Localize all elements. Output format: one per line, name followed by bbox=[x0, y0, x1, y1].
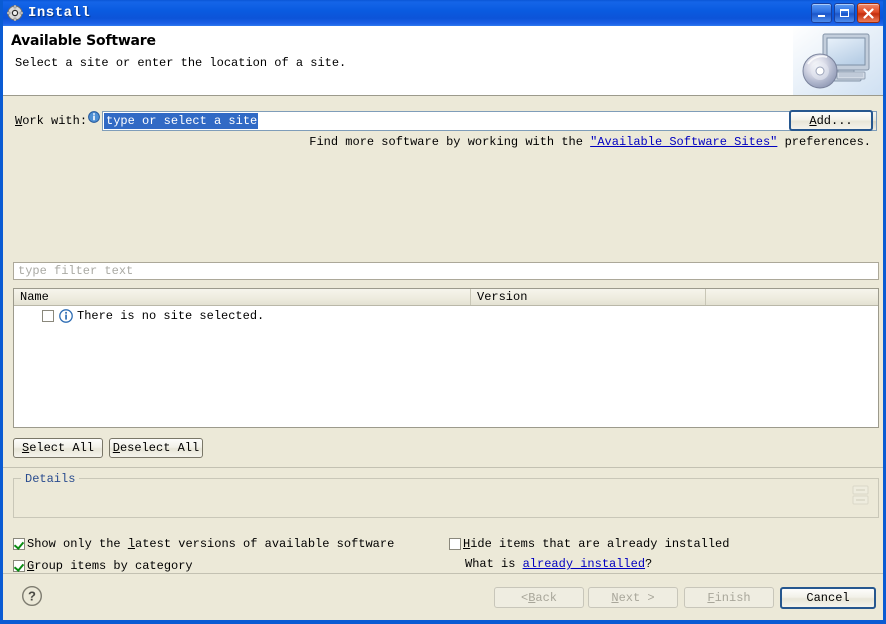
work-with-row: Work with: type or select a site bbox=[3, 110, 883, 132]
select-all-button[interactable]: Select All bbox=[13, 438, 103, 458]
find-more-suffix: preferences. bbox=[777, 135, 871, 149]
finish-button[interactable]: Finish bbox=[684, 587, 774, 608]
what-is-suffix: ? bbox=[645, 557, 652, 571]
minimize-button[interactable] bbox=[811, 3, 832, 23]
separator bbox=[3, 467, 883, 468]
column-header-name[interactable]: Name bbox=[14, 289, 471, 305]
info-icon bbox=[59, 309, 73, 323]
table-header: Name Version bbox=[14, 289, 878, 306]
work-with-label: Work with: bbox=[15, 114, 87, 128]
work-with-input[interactable]: type or select a site bbox=[103, 112, 857, 130]
close-button[interactable] bbox=[857, 3, 880, 23]
dialog-body: Work with: type or select a site Add... … bbox=[3, 96, 883, 617]
dialog-footer: ? < Back Next > Finish Cancel bbox=[3, 573, 883, 620]
page-subtitle: Select a site or enter the location of a… bbox=[15, 56, 346, 70]
filter-input[interactable]: type filter text bbox=[13, 262, 879, 280]
column-header-version[interactable]: Version bbox=[471, 289, 706, 305]
already-installed-link[interactable]: already installed bbox=[523, 557, 645, 571]
work-with-value: type or select a site bbox=[104, 113, 258, 129]
install-dialog-window: Install Available Software Select a site… bbox=[0, 0, 886, 624]
options-right-column: Hide items that are already installed Wh… bbox=[449, 533, 729, 571]
properties-icon[interactable] bbox=[851, 484, 871, 510]
back-button[interactable]: < Back bbox=[494, 587, 584, 608]
details-group-box bbox=[13, 478, 879, 518]
close-icon bbox=[858, 4, 879, 22]
title-bar: Install bbox=[3, 0, 883, 26]
column-header-extra[interactable] bbox=[706, 289, 878, 305]
available-software-sites-link[interactable]: "Available Software Sites" bbox=[590, 135, 777, 149]
monitor-and-disc-icon bbox=[793, 26, 883, 95]
find-more-prefix: Find more software by working with the bbox=[309, 135, 590, 149]
install-gear-icon bbox=[7, 5, 23, 21]
minimize-icon bbox=[812, 4, 831, 22]
next-button[interactable]: Next > bbox=[588, 587, 678, 608]
maximize-icon bbox=[835, 4, 854, 22]
option-latest-versions[interactable]: Show only the latest versions of availab… bbox=[13, 533, 495, 555]
work-with-combo[interactable]: type or select a site bbox=[102, 111, 877, 131]
option-group-by-category-label: Group items by category bbox=[27, 559, 193, 573]
option-latest-versions-label: Show only the latest versions of availab… bbox=[27, 537, 394, 551]
what-is-prefix: What is bbox=[465, 557, 523, 571]
details-group-label: Details bbox=[21, 472, 79, 486]
maximize-button[interactable] bbox=[834, 3, 855, 23]
filter-placeholder: type filter text bbox=[18, 264, 133, 278]
table-row[interactable]: There is no site selected. bbox=[14, 306, 878, 326]
help-button[interactable]: ? bbox=[21, 585, 43, 607]
option-hide-installed[interactable]: Hide items that are already installed bbox=[449, 533, 729, 555]
software-table[interactable]: Name Version There is no site selected. bbox=[13, 288, 879, 428]
find-more-software-text: Find more software by working with the "… bbox=[309, 135, 871, 149]
what-is-already-installed-text: What is already installed? bbox=[465, 557, 729, 571]
cancel-button[interactable]: Cancel bbox=[780, 587, 876, 609]
wizard-banner: Available Software Select a site or ente… bbox=[3, 26, 883, 96]
window-controls bbox=[811, 3, 881, 23]
page-title: Available Software bbox=[11, 33, 156, 49]
window-title: Install bbox=[28, 5, 811, 21]
info-icon bbox=[88, 111, 100, 123]
option-hide-installed-label: Hide items that are already installed bbox=[463, 537, 729, 551]
row-label: There is no site selected. bbox=[77, 309, 264, 323]
svg-text:?: ? bbox=[28, 589, 36, 604]
checkbox-latest-versions[interactable] bbox=[13, 538, 25, 550]
add-site-button[interactable]: Add... bbox=[789, 110, 873, 131]
checkbox-hide-installed[interactable] bbox=[449, 538, 461, 550]
checkbox-group-by-category[interactable] bbox=[13, 560, 25, 572]
deselect-all-button[interactable]: Deselect All bbox=[109, 438, 203, 458]
row-checkbox[interactable] bbox=[42, 310, 54, 322]
